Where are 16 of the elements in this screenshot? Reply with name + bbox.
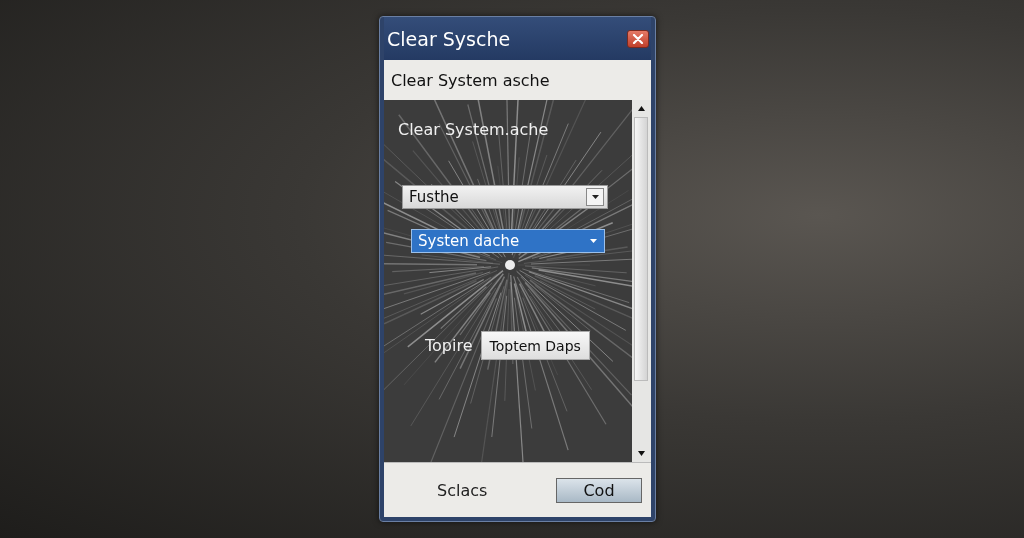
scroll-thumb[interactable] [634, 117, 648, 381]
close-button[interactable] [627, 29, 649, 48]
window-title: Clear Sysche [387, 27, 511, 50]
caret-icon [589, 239, 597, 243]
field-label: Topire [425, 336, 473, 355]
dropdown[interactable]: Fusthe [402, 185, 608, 209]
panel-heading: Clear System.ache [398, 120, 549, 139]
header-title: Clear System asche [391, 70, 550, 90]
close-icon [632, 33, 644, 44]
footer-label: Sclacs [437, 480, 488, 500]
caret-icon [591, 195, 599, 199]
scroll-down-icon[interactable] [637, 451, 645, 456]
scroll-up-icon[interactable] [637, 106, 645, 111]
footer-button[interactable]: Cod [556, 477, 642, 503]
action-button[interactable]: Toptem Daps [480, 331, 590, 360]
dropdown[interactable]: Systen dache [411, 229, 605, 253]
